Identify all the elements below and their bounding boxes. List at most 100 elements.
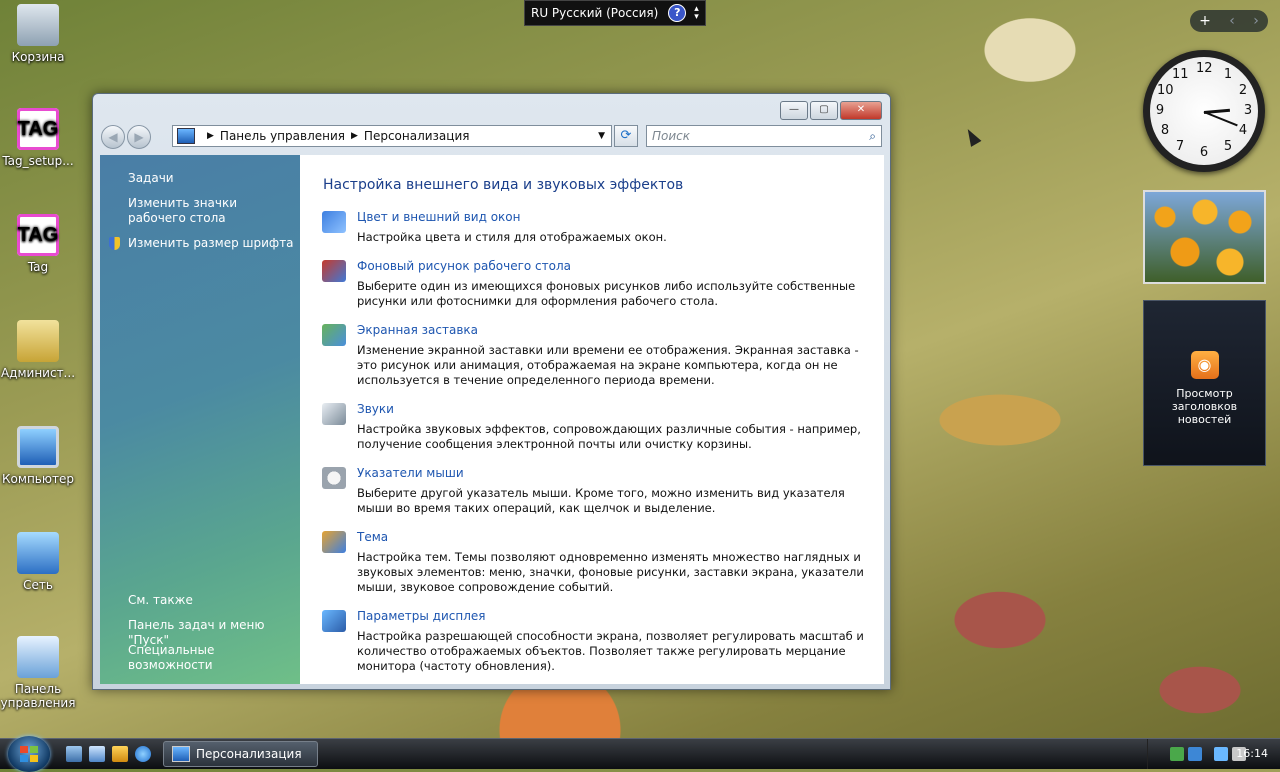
security-tray-icon[interactable] (1170, 747, 1184, 761)
see-also-heading: См. также (128, 593, 193, 607)
internet-explorer-icon[interactable] (135, 746, 151, 762)
windows-logo-icon (20, 746, 38, 762)
display-icon (322, 610, 346, 632)
chevron-down-icon[interactable]: ▼ (598, 131, 605, 141)
feed-headlines-label: Просмотр заголовков новостей (1171, 387, 1238, 426)
item-description: Изменение экранной заставки или времени … (357, 343, 859, 387)
search-icon[interactable]: ⌕ (869, 126, 876, 146)
address-bar[interactable]: ▶ Панель управления ▶ Персонализация ▼ (172, 125, 612, 147)
notification-area: 16:14 (1147, 739, 1280, 769)
language-label[interactable]: RU Русский (Россия) (531, 6, 658, 20)
recycle-bin-icon (17, 4, 59, 46)
add-gadget-button[interactable]: + (1199, 13, 1211, 29)
item-description: Настройка тем. Темы позволяют одновремен… (357, 550, 864, 594)
clock-face: 12 1 2 3 4 5 6 7 8 9 10 11 (1150, 57, 1258, 165)
computer-icon (17, 426, 59, 468)
desktop-icon-label: Сеть (23, 578, 53, 592)
shield-icon (109, 237, 120, 250)
clock-time[interactable]: 16:14 (1236, 747, 1268, 760)
desktop-icon-computer[interactable]: Компьютер (0, 426, 76, 486)
mouse-cursor-icon (962, 126, 982, 147)
task-link-desktop-icons[interactable]: Изменить значки рабочего стола (128, 196, 293, 226)
breadcrumb-chevron-icon[interactable]: ▶ (207, 131, 214, 141)
show-desktop-icon[interactable] (66, 746, 82, 762)
maximize-button[interactable]: ▢ (810, 101, 838, 120)
window-controls: — ▢ ✕ (780, 101, 882, 120)
personalization-window: — ▢ ✕ ◀ ▶ ▶ Панель управления ▶ Персонал… (92, 93, 891, 690)
taskbar-button-personalization[interactable]: Персонализация (163, 741, 318, 767)
control-panel-icon (177, 128, 195, 144)
sounds-icon (322, 403, 346, 425)
feed-headlines-gadget[interactable]: ◉ Просмотр заголовков новостей (1143, 300, 1266, 466)
breadcrumb-personalization[interactable]: Персонализация (364, 129, 470, 143)
breadcrumb-chevron-icon[interactable]: ▶ (351, 131, 358, 141)
content-pane: Настройка внешнего вида и звуковых эффек… (300, 155, 884, 684)
sidebar-controls: + ‹ › (1190, 10, 1268, 32)
control-panel-icon (17, 636, 59, 678)
see-also-link-accessibility[interactable]: Специальные возможности (128, 643, 300, 673)
page-title: Настройка внешнего вида и звуковых эффек… (323, 177, 684, 193)
control-panel-icon (172, 746, 190, 762)
item-description: Настройка звуковых эффектов, сопровождаю… (357, 422, 861, 451)
navigation-bar: ◀ ▶ ▶ Панель управления ▶ Персонализация… (101, 124, 882, 150)
refresh-button[interactable]: ⟳ (614, 125, 638, 147)
desktop-icon-label: Админист... (0, 366, 76, 380)
next-gadget-button[interactable]: › (1253, 13, 1259, 29)
wallpaper-icon (322, 260, 346, 282)
desktop-icon-label: Компьютер (2, 472, 74, 486)
taskbar-button-label: Персонализация (196, 747, 302, 761)
close-button[interactable]: ✕ (840, 101, 882, 120)
help-icon[interactable]: ? (668, 4, 687, 22)
search-input[interactable]: Поиск ⌕ (646, 125, 882, 147)
forward-button[interactable]: ▶ (127, 125, 151, 149)
desktop-icon-label: Tag_setup... (2, 154, 74, 168)
item-description: Настройка цвета и стиля для отображаемых… (357, 230, 667, 244)
desktop-icon-label: Панель управления (0, 682, 76, 710)
tag-app-icon: TAG (17, 214, 59, 256)
task-link-font-size[interactable]: Изменить размер шрифта (128, 236, 294, 251)
minimize-button[interactable]: — (780, 101, 808, 120)
rss-icon: ◉ (1190, 351, 1219, 379)
search-placeholder: Поиск (652, 129, 691, 143)
tasks-heading: Задачи (128, 171, 174, 185)
desktop-icon-label: Корзина (11, 50, 65, 64)
item-link-display-settings[interactable]: Параметры дисплея (357, 609, 486, 623)
item-link-sounds[interactable]: Звуки (357, 402, 394, 416)
slideshow-gadget[interactable] (1143, 190, 1266, 284)
desktop-icon-tag[interactable]: TAG Tag (0, 214, 76, 274)
media-player-icon[interactable] (112, 746, 128, 762)
back-button[interactable]: ◀ (101, 125, 125, 149)
network-tray-icon[interactable] (1188, 747, 1202, 761)
language-bar[interactable]: RU Русский (Россия) ? ▴ ▾ (524, 0, 706, 26)
start-button[interactable] (8, 736, 50, 772)
desktop-icon-label: Tag (27, 260, 49, 274)
item-link-wallpaper[interactable]: Фоновый рисунок рабочего стола (357, 259, 571, 273)
langbar-options-icon[interactable]: ▴ ▾ (694, 5, 699, 22)
item-description: Настройка разрешающей способности экрана… (357, 629, 864, 673)
item-link-screensaver[interactable]: Экранная заставка (357, 323, 478, 337)
network-icon (17, 532, 59, 574)
folder-icon (17, 320, 59, 362)
switch-windows-icon[interactable] (89, 746, 105, 762)
item-link-theme[interactable]: Тема (357, 530, 388, 544)
taskbar: Персонализация 16:14 (0, 736, 1280, 772)
clock-gadget[interactable]: 12 1 2 3 4 5 6 7 8 9 10 11 (1143, 50, 1265, 172)
desktop-icon-tag-setup[interactable]: TAG Tag_setup... (0, 108, 76, 168)
mouse-pointer-icon (322, 467, 346, 489)
display-tray-icon[interactable] (1214, 747, 1228, 761)
item-description: Выберите другой указатель мыши. Кроме то… (357, 486, 845, 515)
breadcrumb-control-panel[interactable]: Панель управления (220, 129, 345, 143)
item-description: Выберите один из имеющихся фоновых рисун… (357, 279, 856, 308)
task-pane: Задачи Изменить значки рабочего стола Из… (100, 155, 300, 684)
screensaver-icon (322, 324, 346, 346)
item-link-window-color[interactable]: Цвет и внешний вид окон (357, 210, 521, 224)
item-link-mouse-pointers[interactable]: Указатели мыши (357, 466, 464, 480)
desktop-icon-recycle-bin[interactable]: Корзина (0, 4, 76, 64)
desktop-icon-control-panel[interactable]: Панель управления (0, 636, 76, 710)
prev-gadget-button[interactable]: ‹ (1229, 13, 1235, 29)
window-color-icon (322, 211, 346, 233)
desktop-icon-network[interactable]: Сеть (0, 532, 76, 592)
desktop-icon-admin[interactable]: Админист... (0, 320, 76, 380)
theme-icon (322, 531, 346, 553)
minute-hand (1203, 111, 1238, 127)
